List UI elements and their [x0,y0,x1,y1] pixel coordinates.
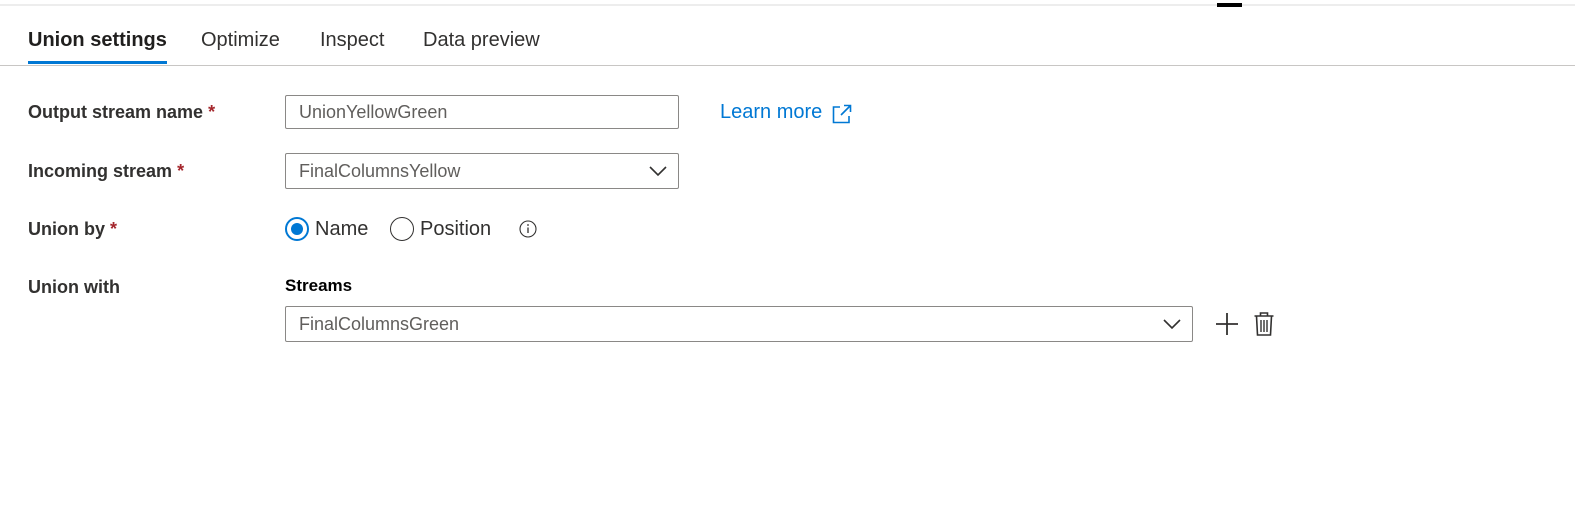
incoming-stream-label: Incoming stream * [28,161,184,182]
tab-optimize[interactable]: Optimize [201,28,280,64]
window-marker [1217,3,1242,7]
info-icon[interactable] [519,220,537,238]
output-stream-name-input[interactable] [285,95,679,129]
union-with-stream-value: FinalColumnsGreen [299,314,460,334]
tab-bar: Union settings Optimize Inspect Data pre… [0,18,1575,66]
union-by-label: Union by * [28,219,117,240]
output-stream-name-label-text: Output stream name [28,102,204,122]
streams-column-header: Streams [285,276,353,295]
union-with-stream-dropdown[interactable]: FinalColumnsGreen [285,306,1193,342]
output-stream-name-label: Output stream name * [28,102,215,123]
union-by-label-text: Union by [28,219,105,239]
union-by-name-radio[interactable] [285,217,309,241]
trash-icon[interactable] [1253,311,1275,337]
tab-data-preview[interactable]: Data preview [423,28,540,64]
plus-icon[interactable] [1214,311,1240,337]
required-marker: * [208,102,216,122]
tab-inspect[interactable]: Inspect [320,28,384,64]
external-link-icon[interactable] [832,104,852,124]
required-marker: * [177,161,185,181]
union-with-label: Union with [28,277,120,298]
union-by-position-label[interactable]: Position [420,218,491,241]
tab-union-settings[interactable]: Union settings [28,28,167,64]
top-divider [0,4,1575,6]
incoming-stream-value: FinalColumnsYellow [299,161,461,181]
incoming-stream-label-text: Incoming stream [28,161,173,181]
union-by-name-label[interactable]: Name [315,218,368,241]
required-marker: * [110,219,118,239]
union-by-position-radio[interactable] [390,217,414,241]
chevron-down-icon [1163,319,1181,330]
chevron-down-icon [649,166,667,177]
learn-more-link[interactable]: Learn more [720,101,822,124]
incoming-stream-dropdown[interactable]: FinalColumnsYellow [285,153,679,189]
union-with-label-text: Union with [28,277,120,297]
